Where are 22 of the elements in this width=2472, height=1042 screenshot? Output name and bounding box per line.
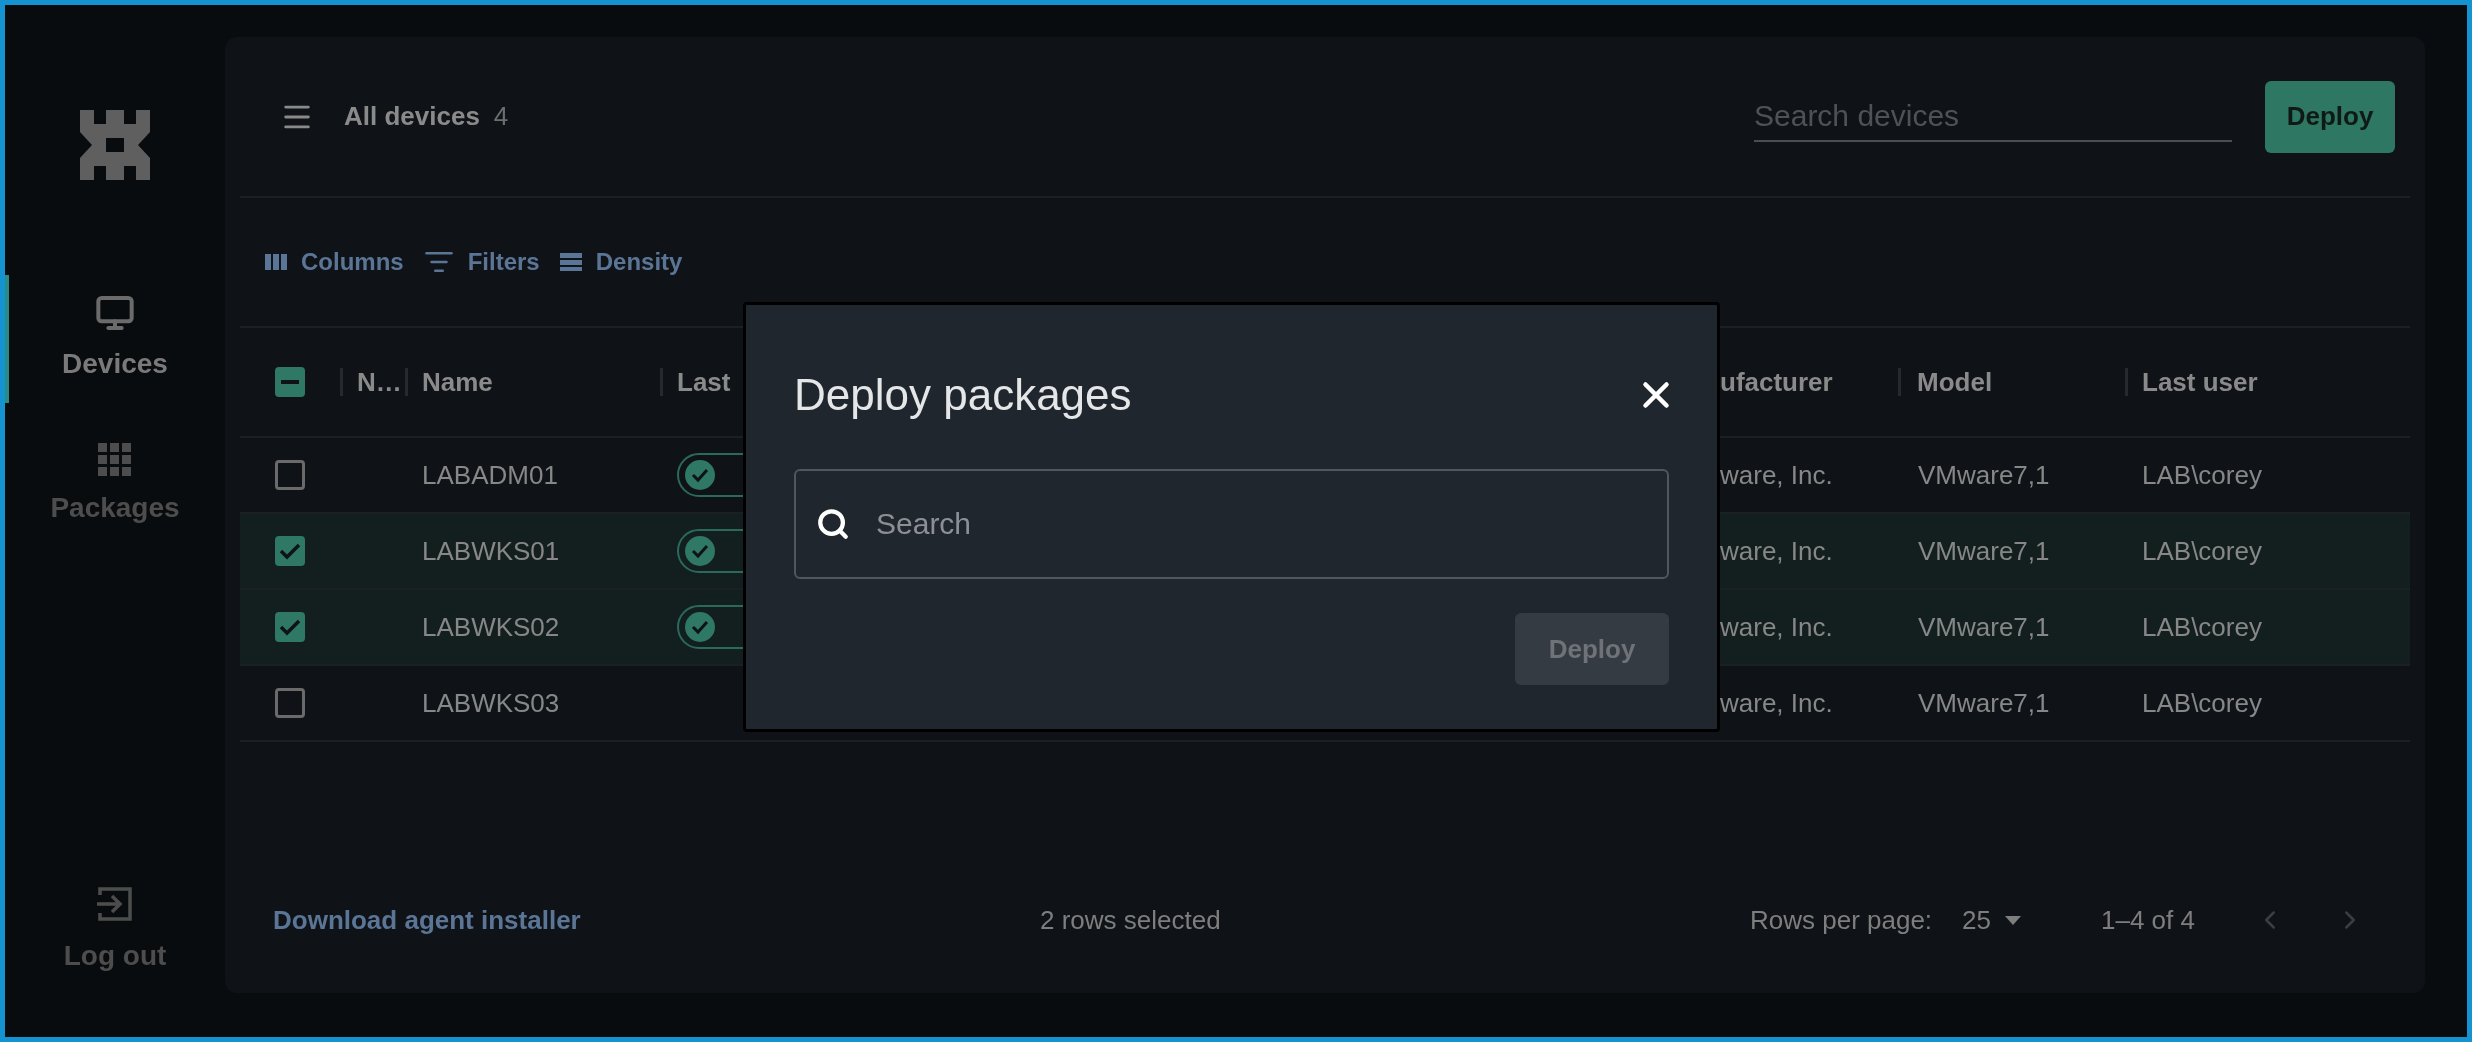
device-count: 4: [493, 100, 509, 133]
table-cell: LABADM01: [422, 459, 558, 490]
table-cell: VMware7,1: [1918, 459, 2050, 490]
table-cell-text: ware, Inc.: [1719, 459, 1833, 490]
page-title: All devices: [344, 100, 480, 133]
selection-count: 2 rows selected: [1040, 903, 1221, 937]
table-cell: LAB\corey: [2142, 687, 2262, 718]
table-cell-text: ware, Inc.: [1719, 687, 1833, 718]
table-cell: VMware7,1: [1918, 687, 2050, 718]
table-cell: LAB\corey: [2142, 459, 2262, 490]
table-cell: LABWKS01: [422, 535, 560, 566]
table-cell-text: ware, Inc.: [1719, 535, 1833, 566]
rows-per-page-label: Rows per page:: [1750, 903, 1933, 937]
table-cell-text: ware, Inc.: [1719, 611, 1833, 642]
table-cell: LAB\corey: [2142, 611, 2262, 642]
page-range: 1–4 of 4: [2101, 903, 2195, 937]
table-cell: VMware7,1: [1918, 611, 2050, 642]
table-cell: LAB\corey: [2142, 535, 2262, 566]
dialog-title: Deploy packages: [794, 369, 1132, 421]
table-cell: LABWKS02: [422, 611, 560, 642]
table-cell: LABWKS03: [422, 687, 560, 718]
table-cell: VMware7,1: [1918, 535, 2050, 566]
